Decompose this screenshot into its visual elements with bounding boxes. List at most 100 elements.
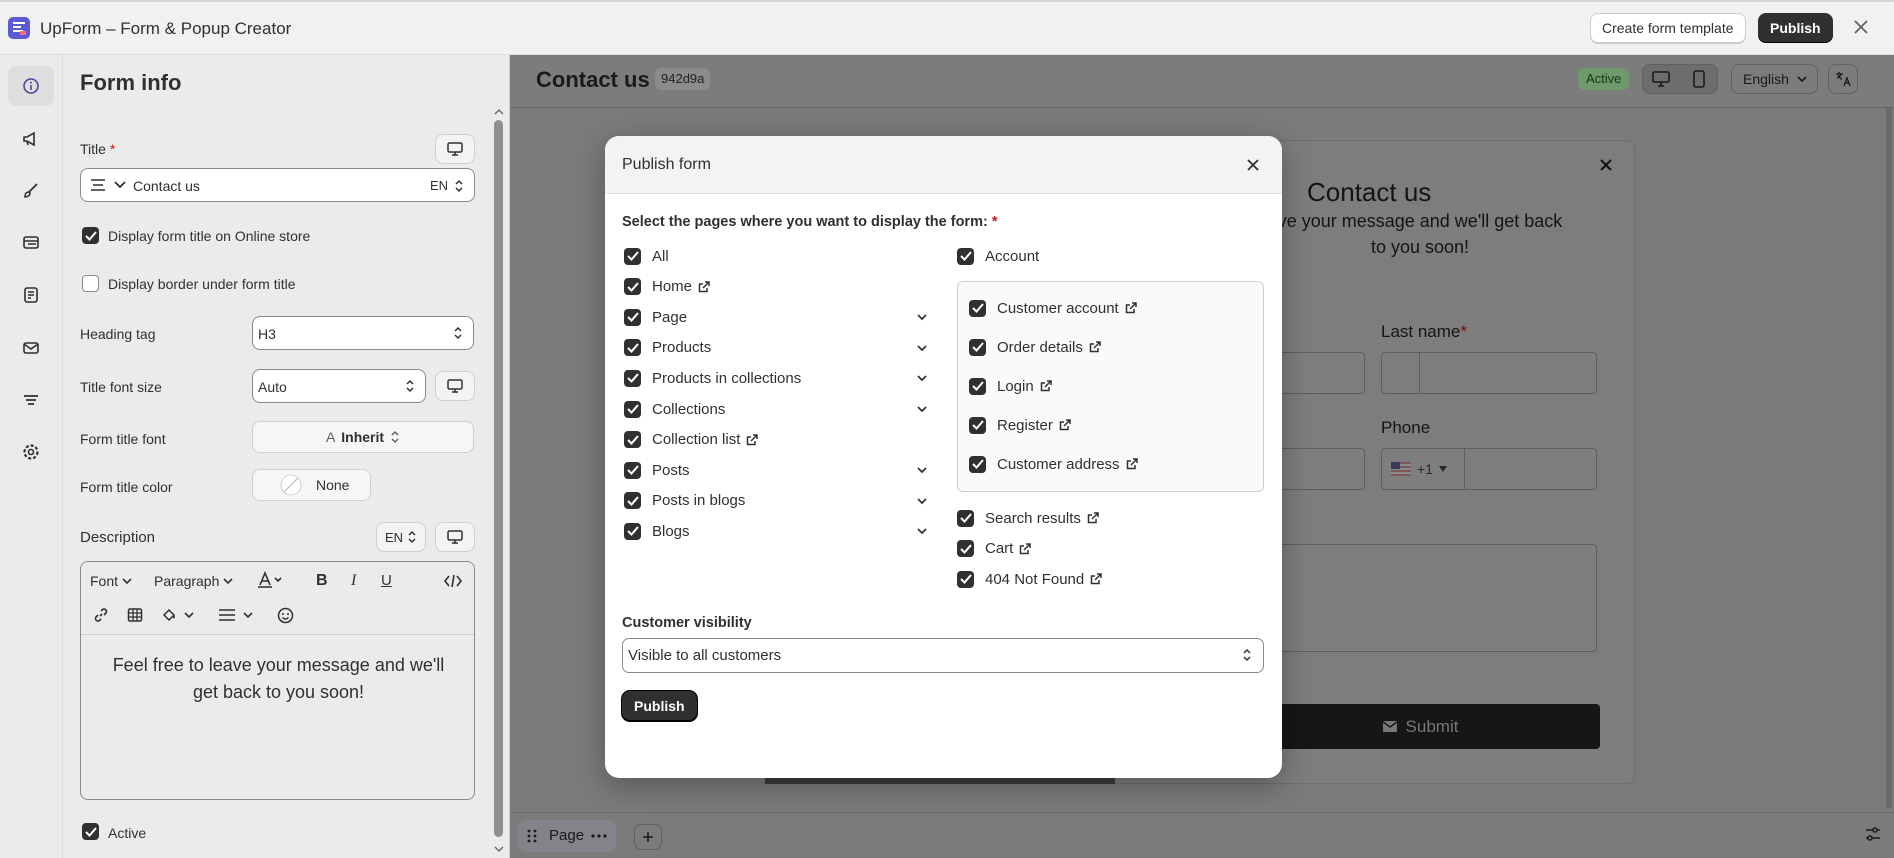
option-cart[interactable]: Cart <box>957 539 1257 559</box>
table-icon[interactable] <box>127 607 143 623</box>
external-link-icon[interactable] <box>1040 379 1053 393</box>
desktop-device-icon[interactable] <box>435 371 475 401</box>
option-account[interactable]: Account <box>957 246 1039 266</box>
publish-button[interactable]: Publish <box>1758 13 1833 43</box>
option-all[interactable]: All <box>624 246 934 266</box>
desktop-device-icon[interactable] <box>435 134 475 164</box>
register-checkbox[interactable] <box>969 416 986 434</box>
scroll-up-icon[interactable] <box>494 108 504 116</box>
external-link-icon[interactable] <box>1126 457 1139 471</box>
fill-color-icon[interactable] <box>161 607 195 623</box>
option-register[interactable]: Register <box>969 415 1259 435</box>
external-link-icon[interactable] <box>1125 301 1138 315</box>
option-customer-address[interactable]: Customer address <box>969 454 1259 474</box>
order-details-checkbox[interactable] <box>969 338 986 356</box>
search-results-checkbox[interactable] <box>957 509 974 527</box>
bold-icon[interactable]: B <box>316 572 328 590</box>
option-posts-in-blogs[interactable]: Posts in blogs <box>624 491 934 511</box>
paragraph-dropdown[interactable]: Paragraph <box>154 573 233 589</box>
text-align-icon[interactable] <box>90 179 106 191</box>
collection-list-checkbox[interactable] <box>624 431 641 449</box>
all-checkbox[interactable] <box>624 247 641 265</box>
description-editor[interactable]: Font Paragraph B I U Feel free to leave … <box>80 561 475 800</box>
code-icon[interactable] <box>444 574 462 588</box>
rail-mail-icon[interactable] <box>8 328 54 368</box>
option-collections[interactable]: Collections <box>624 399 934 419</box>
chevron-down-icon[interactable] <box>916 311 928 323</box>
home-checkbox[interactable] <box>624 278 641 296</box>
close-app-icon[interactable] <box>1851 17 1871 37</box>
option-customer-account[interactable]: Customer account <box>969 298 1259 318</box>
drag-handle-icon[interactable] <box>527 829 537 843</box>
posts-in-blogs-checkbox[interactable] <box>624 492 641 510</box>
preview-scrollbar[interactable] <box>1886 108 1892 808</box>
display-border-checkbox[interactable] <box>82 275 99 292</box>
account-checkbox[interactable] <box>957 247 974 265</box>
description-text[interactable]: Feel free to leave your message and we'l… <box>101 652 456 706</box>
modal-close-icon[interactable] <box>1246 158 1260 172</box>
chevron-down-icon[interactable] <box>916 342 928 354</box>
products-in-collections-checkbox[interactable] <box>624 369 641 387</box>
font-dropdown[interactable]: Font <box>90 573 132 589</box>
option-page[interactable]: Page <box>624 307 934 327</box>
form-title-color-picker[interactable]: None <box>252 469 371 501</box>
desktop-device-icon[interactable] <box>435 522 475 552</box>
chevron-down-icon[interactable] <box>916 403 928 415</box>
more-icon[interactable] <box>591 834 607 838</box>
login-checkbox[interactable] <box>969 377 986 395</box>
external-link-icon[interactable] <box>698 280 711 294</box>
option-products-in-collections[interactable]: Products in collections <box>624 368 934 388</box>
cart-checkbox[interactable] <box>957 540 974 557</box>
external-link-icon[interactable] <box>747 433 759 447</box>
text-color-icon[interactable] <box>257 571 283 589</box>
active-checkbox[interactable] <box>82 823 99 840</box>
page-checkbox[interactable] <box>624 308 641 326</box>
chevron-down-icon[interactable] <box>916 372 928 384</box>
underline-icon[interactable]: U <box>381 572 392 589</box>
external-link-icon[interactable] <box>1091 572 1103 586</box>
title-field[interactable]: Contact us EN <box>80 168 475 202</box>
page-chip[interactable]: Page <box>518 820 616 852</box>
chevron-down-icon[interactable] <box>916 495 928 507</box>
option-posts[interactable]: Posts <box>624 460 934 480</box>
scroll-down-icon[interactable] <box>494 845 504 853</box>
language-select[interactable]: English <box>1731 64 1818 94</box>
mobile-view-icon[interactable] <box>1693 70 1705 88</box>
desktop-view-icon[interactable] <box>1652 71 1670 87</box>
panel-scrollbar[interactable] <box>494 120 503 837</box>
option-order-details[interactable]: Order details <box>969 337 1259 357</box>
chevron-down-icon[interactable] <box>916 464 928 476</box>
modal-publish-button[interactable]: Publish <box>622 691 697 721</box>
option-search-results[interactable]: Search results <box>957 508 1257 528</box>
rail-lines-icon[interactable] <box>8 380 54 420</box>
form-title-font-picker[interactable]: A Inherit <box>252 421 474 453</box>
option-collection-list[interactable]: Collection list <box>624 430 934 450</box>
title-lang[interactable]: EN <box>430 178 448 193</box>
external-link-icon[interactable] <box>1020 542 1032 556</box>
title-font-size-select[interactable]: Auto <box>252 369 426 403</box>
customer-account-checkbox[interactable] <box>969 299 986 317</box>
rail-info-icon[interactable] <box>8 66 54 106</box>
heading-tag-select[interactable]: H3 <box>252 316 474 350</box>
rail-template-icon[interactable] <box>8 275 54 315</box>
option-products[interactable]: Products <box>624 338 934 358</box>
collections-checkbox[interactable] <box>624 400 641 418</box>
customer-address-checkbox[interactable] <box>969 455 986 473</box>
display-title-checkbox[interactable] <box>82 227 99 244</box>
customer-visibility-select[interactable]: Visible to all customers <box>622 638 1264 673</box>
option-login[interactable]: Login <box>969 376 1259 396</box>
chevron-down-icon[interactable] <box>916 525 928 537</box>
external-link-icon[interactable] <box>1087 511 1100 525</box>
rail-layout-icon[interactable] <box>8 223 54 263</box>
option-blogs[interactable]: Blogs <box>624 521 934 541</box>
sliders-icon[interactable] <box>1865 826 1881 842</box>
404-not-found-checkbox[interactable] <box>957 570 974 588</box>
option-404-not-found[interactable]: 404 Not Found <box>957 569 1257 589</box>
rail-brush-icon[interactable] <box>8 171 54 211</box>
external-link-icon[interactable] <box>1089 340 1102 354</box>
add-section-icon[interactable] <box>634 824 662 850</box>
option-home[interactable]: Home <box>624 277 934 297</box>
link-icon[interactable] <box>93 607 109 623</box>
rail-settings-icon[interactable] <box>8 432 54 472</box>
blogs-checkbox[interactable] <box>624 522 641 540</box>
